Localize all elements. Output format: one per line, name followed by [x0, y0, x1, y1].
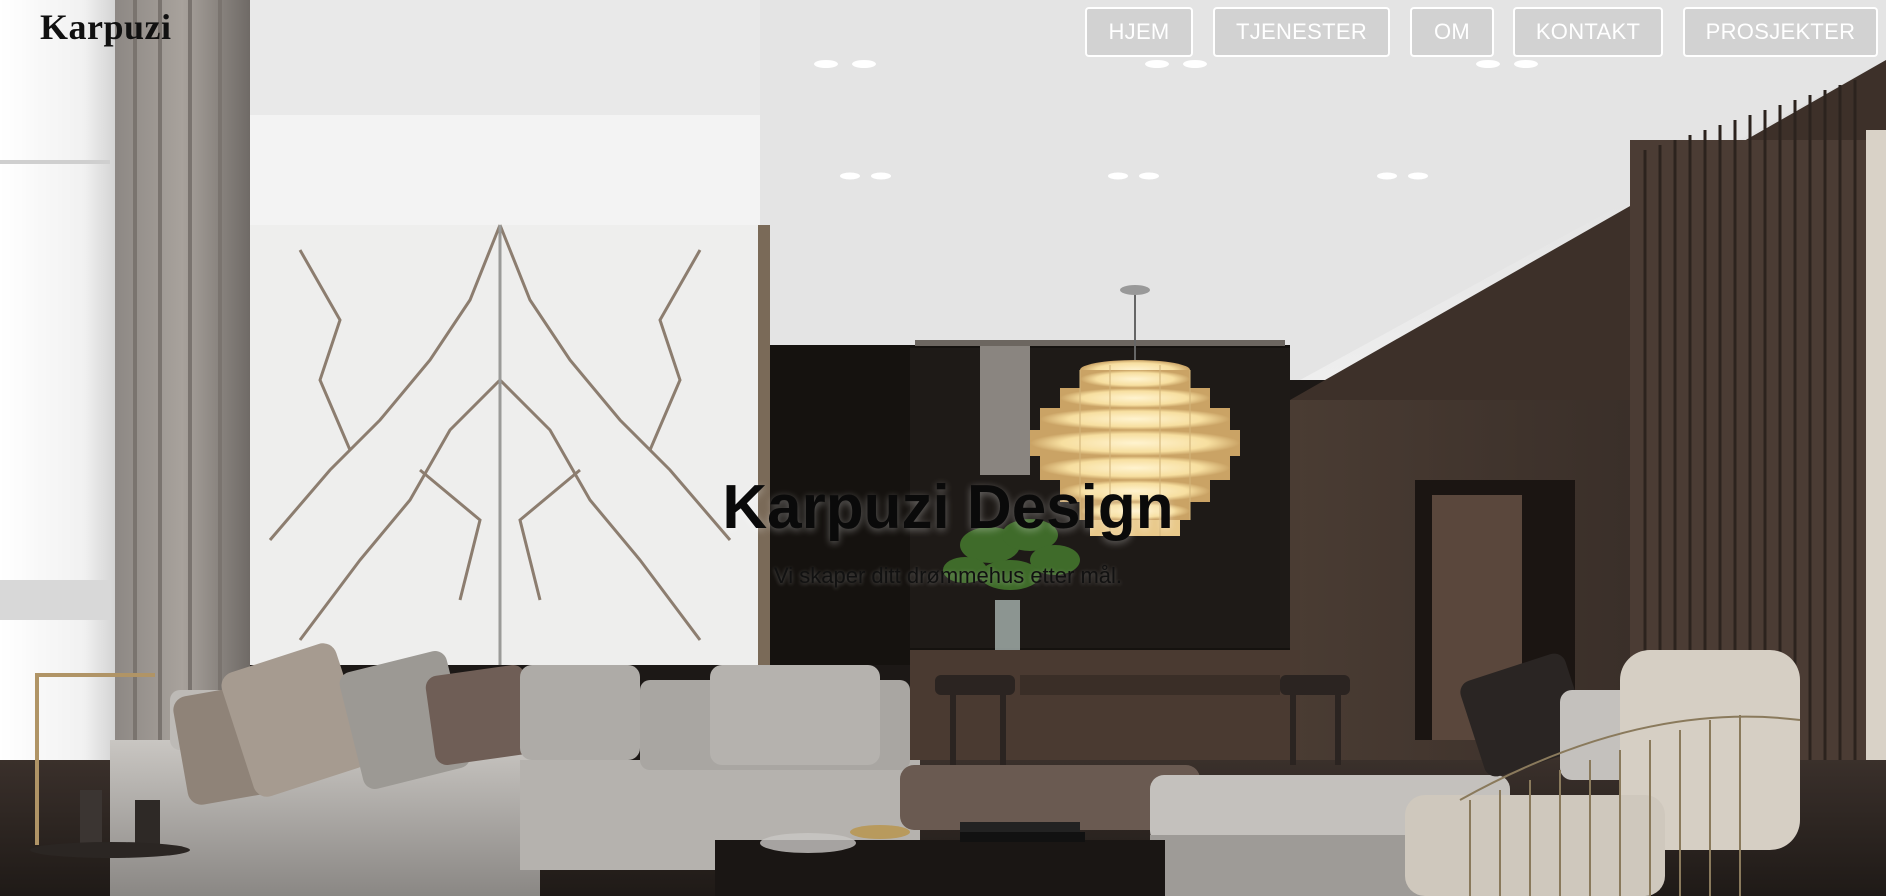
- brand-logo[interactable]: Karpuzi: [40, 6, 172, 48]
- nav-hjem-button[interactable]: HJEM: [1085, 7, 1193, 57]
- nav-tjenester-button[interactable]: TJENESTER: [1213, 7, 1390, 57]
- nav-kontakt-button[interactable]: KONTAKT: [1513, 7, 1663, 57]
- hero-title: Karpuzi Design: [722, 473, 1174, 542]
- hero-background-image: [0, 0, 1886, 896]
- nav-prosjekter-button[interactable]: PROSJEKTER: [1683, 7, 1878, 57]
- hero-subtitle: Vi skaper ditt drømmehus etter mål.: [773, 563, 1123, 588]
- nav-om-button[interactable]: OM: [1410, 7, 1494, 57]
